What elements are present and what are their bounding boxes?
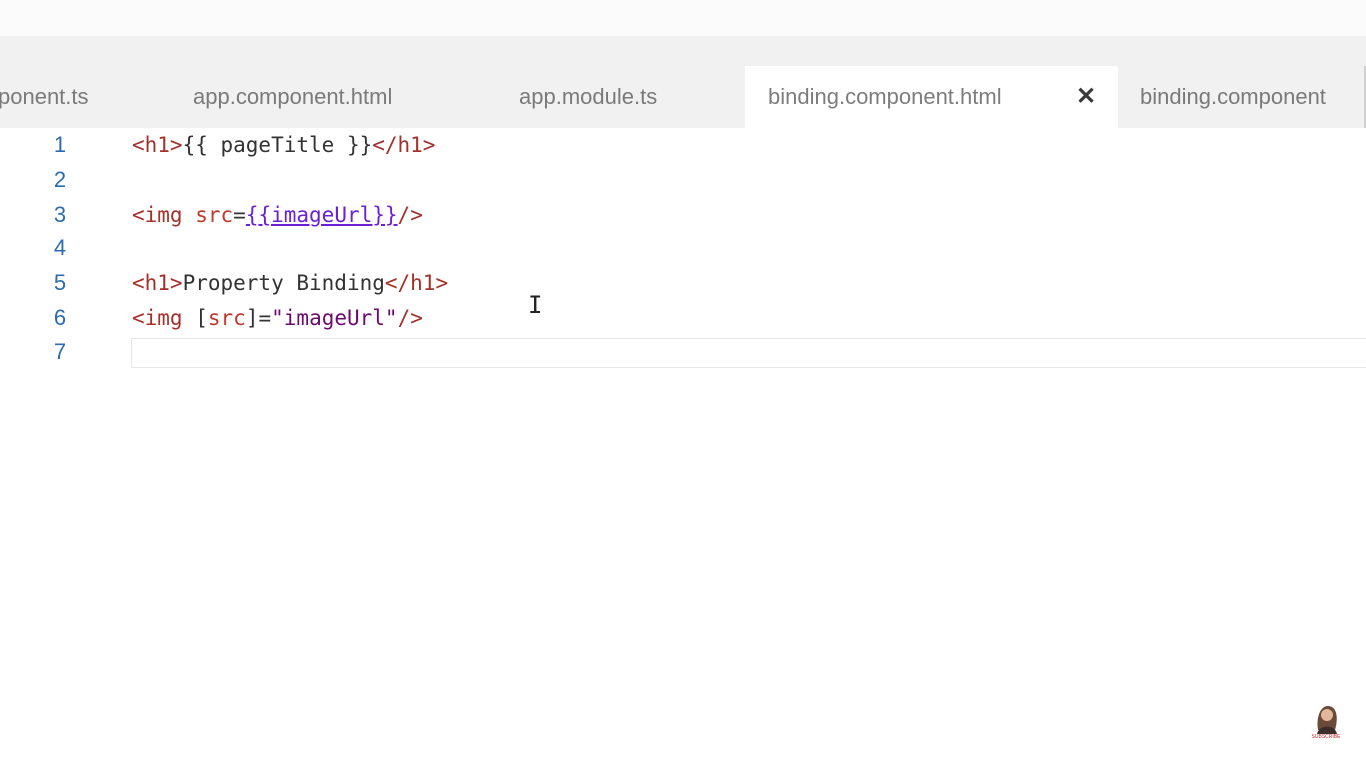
subscribe-avatar-icon[interactable]: SUBSCRIBE: [1306, 700, 1346, 740]
code-token-tag: <h1>: [132, 133, 183, 157]
code-token-interpolation: {{imageUrl}}: [245, 203, 398, 227]
tab-component-ts[interactable]: ponent.ts: [0, 66, 148, 128]
line-number: 3: [53, 202, 67, 227]
text-cursor-icon: I: [528, 291, 543, 319]
code-token-text: {{ pageTitle }}: [182, 133, 373, 157]
tab-app-component-html[interactable]: app.component.html: [193, 66, 483, 128]
line-number: 7: [53, 339, 67, 364]
code-token-bracket: [: [195, 306, 208, 330]
code-token-text: Property Binding: [182, 271, 385, 295]
code-token-tag: <img: [132, 203, 183, 227]
code-token-tag: />: [397, 203, 423, 227]
code-token-tag: </h1>: [372, 133, 436, 157]
tab-label: app.component.html: [193, 84, 393, 109]
line-number: 1: [53, 132, 67, 157]
code-token-tag: <img: [132, 306, 183, 330]
line-number: 2: [53, 167, 67, 192]
tab-app-module-ts[interactable]: app.module.ts: [519, 66, 739, 128]
code-line-3[interactable]: <img src={{imageUrl}}/>: [132, 198, 423, 232]
code-line-5[interactable]: <h1>Property Binding</h1>: [132, 266, 448, 300]
code-token-bracket: ]: [245, 306, 259, 330]
line-number: 4: [53, 235, 67, 260]
line-number: 6: [53, 305, 67, 330]
code-line-1[interactable]: <h1>{{ pageTitle }}</h1>: [132, 128, 435, 162]
tab-binding-component-html[interactable]: binding.component.html ✕: [745, 66, 1118, 128]
tab-label: app.module.ts: [519, 84, 658, 109]
subscribe-label: SUBSCRIBE: [1312, 734, 1342, 740]
code-editor[interactable]: 1 2 3 4 5 6 7 <h1>{{ pageTitle }}</h1> <…: [0, 128, 1366, 768]
code-token-tag: />: [397, 306, 423, 330]
code-token-attribute: src: [207, 306, 246, 330]
code-line-6[interactable]: <img [src]="imageUrl"/>: [132, 301, 423, 335]
code-token-equals: =: [233, 203, 246, 227]
window-top-strip: [0, 0, 1366, 36]
line-number: 5: [53, 270, 67, 295]
tab-bar: ponent.ts app.component.html app.module.…: [0, 36, 1366, 128]
code-token-tag: </h1>: [384, 271, 449, 295]
code-token-equals: =: [258, 306, 272, 330]
code-token-string: "imageUrl": [271, 306, 398, 330]
current-line-highlight: [131, 338, 1366, 368]
close-icon[interactable]: ✕: [1076, 66, 1096, 128]
code-token-tag: <h1>: [132, 271, 183, 295]
tab-binding-component-ts[interactable]: binding.component: [1140, 66, 1366, 128]
tab-label: binding.component: [1140, 84, 1326, 109]
code-token-attribute: src: [195, 203, 234, 227]
tab-label: binding.component.html: [768, 84, 1002, 109]
tab-label: ponent.ts: [0, 84, 89, 109]
